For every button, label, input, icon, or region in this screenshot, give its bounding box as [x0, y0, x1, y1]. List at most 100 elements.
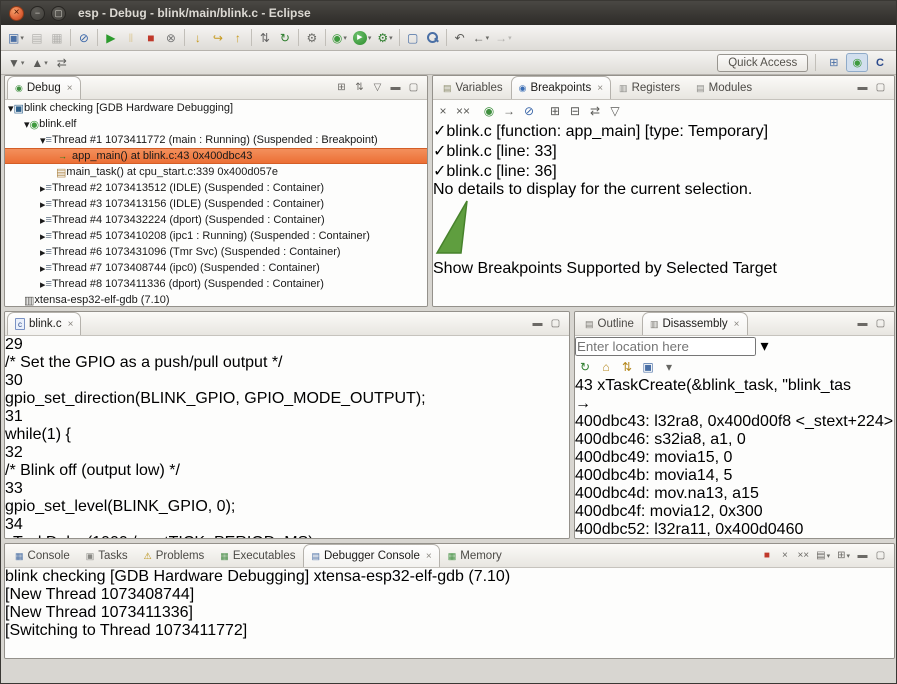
view-menu-button[interactable]: ▽ — [605, 100, 625, 121]
disassembly-line[interactable]: 43 xTaskCreate(&blink_task, "blink_tas — [575, 377, 894, 395]
disassembly-line[interactable]: 400dbc46: s32ia8, a1, 0 — [575, 431, 894, 449]
maximize-button[interactable]: ▢ — [547, 315, 564, 333]
debug-button[interactable]: ◉▾ — [329, 27, 350, 48]
new-c-cpp-project-button[interactable]: ▢ — [403, 27, 423, 48]
remove-all-terminated-button[interactable]: ×× — [794, 547, 812, 565]
build-button[interactable]: ⚙ — [302, 27, 322, 48]
minimize-button[interactable]: ▬ — [854, 79, 871, 97]
dropdown-arrow-icon[interactable]: ▾ — [846, 552, 850, 560]
disassembly-line[interactable]: 400dbc49: movia15, 0 — [575, 449, 894, 467]
restart-button[interactable]: ↻ — [275, 27, 295, 48]
save-button[interactable]: ▤ — [27, 27, 47, 48]
show-source-button[interactable]: ▣ — [638, 356, 658, 377]
editor-line[interactable]: 30 gpio_set_direction(BLINK_GPIO, GPIO_M… — [5, 372, 569, 408]
disassembly-line[interactable]: 400dbc4f: movia12, 0x300 — [575, 503, 894, 521]
maximize-button[interactable]: ▢ — [872, 315, 889, 333]
tab-outline[interactable]: ▤Outline — [577, 312, 642, 335]
expand-all-button[interactable]: ⊞ — [545, 100, 565, 121]
tab-memory[interactable]: ▦Memory — [440, 544, 510, 567]
breakpoint-checkbox[interactable]: ✓ — [433, 143, 446, 160]
disassembly-line[interactable]: 400dbc4d: mov.na13, a15 — [575, 485, 894, 503]
window-maximize-button[interactable]: ▢ — [51, 6, 66, 21]
run-button[interactable]: ▶▾ — [350, 27, 375, 48]
debug-tree-item[interactable]: ▾◉blink.elf — [5, 116, 427, 132]
debug-tree-item[interactable]: ▾≡Thread #1 1073411772 (main : Running) … — [5, 132, 427, 148]
maximize-button[interactable]: ▢ — [405, 79, 422, 97]
terminate-button[interactable]: ■ — [141, 27, 161, 48]
dropdown-arrow-icon[interactable]: ▾ — [389, 34, 393, 42]
remove-launch-button[interactable]: × — [776, 547, 793, 565]
minimize-button[interactable]: ▬ — [854, 315, 871, 333]
tab-variables[interactable]: ▤Variables — [435, 76, 511, 99]
go-to-file-for-breakpoint-button[interactable]: → — [499, 100, 519, 121]
quick-access-button[interactable]: Quick Access — [717, 54, 808, 72]
dropdown-arrow-icon[interactable]: ▾ — [486, 34, 490, 42]
dropdown-arrow-icon[interactable]: ▾ — [827, 552, 831, 560]
close-tab-icon[interactable]: × — [426, 551, 432, 562]
instruction-stepping-mode-button[interactable]: ⇅ — [351, 79, 368, 97]
next-annotation-button[interactable]: ▼▾ — [5, 52, 27, 73]
debug-tree-item[interactable]: ▸≡Thread #4 1073432224 (dport) (Suspende… — [5, 212, 427, 228]
breakpoint-row[interactable]: ✓blink.c [function: app_main] [type: Tem… — [433, 121, 894, 141]
debug-tree-item[interactable]: ▤main_task() at cpu_start.c:339 0x400d05… — [5, 164, 427, 180]
show-breakpoints-supported-by-target-button[interactable]: ◉ — [479, 100, 499, 121]
link-with-debug-view-button[interactable]: ⇄ — [585, 100, 605, 121]
view-menu-button[interactable]: ▽ — [369, 79, 386, 97]
terminate-button[interactable]: ■ — [758, 547, 775, 565]
editor-line[interactable]: 31 while(1) { — [5, 408, 569, 444]
close-tab-icon[interactable]: × — [734, 319, 740, 330]
breakpoint-checkbox[interactable]: ✓ — [433, 123, 446, 140]
tab-blink-c[interactable]: cblink.c× — [7, 312, 81, 335]
close-tab-icon[interactable]: × — [68, 319, 74, 330]
last-edit-location-button[interactable]: ↶ — [450, 27, 470, 48]
dropdown-arrow-icon[interactable]: ▾ — [44, 59, 48, 67]
window-close-button[interactable]: × — [9, 6, 24, 21]
tab-registers[interactable]: ▥Registers — [611, 76, 688, 99]
collapse-all-button[interactable]: ⊟ — [565, 100, 585, 121]
instruction-stepping-button[interactable]: ⇅ — [255, 27, 275, 48]
minimize-button[interactable]: ▬ — [854, 547, 871, 565]
editor-line[interactable]: 32 /* Blink off (output low) */ — [5, 444, 569, 480]
open-perspective-button[interactable]: ⊞ — [823, 53, 844, 72]
editor-area[interactable]: 29 /* Set the GPIO as a push/pull output… — [5, 336, 569, 538]
external-tools-button[interactable]: ⚙▾ — [374, 27, 395, 48]
open-console-button[interactable]: ⊞▾ — [834, 547, 853, 565]
code-line[interactable]: /* Blink off (output low) */ — [5, 462, 569, 480]
disconnect-button[interactable]: ⊗ — [161, 27, 181, 48]
breakpoint-row[interactable]: ✓blink.c [line: 36] — [433, 161, 894, 181]
combo-dropdown-icon[interactable]: ▾ — [760, 338, 768, 355]
dropdown-arrow-icon[interactable]: ▾ — [21, 59, 25, 67]
debug-tree-item[interactable]: ▸≡Thread #7 1073408744 (ipc0) (Suspended… — [5, 260, 427, 276]
display-selected-console-button[interactable]: ▤▾ — [813, 547, 833, 565]
track-expression-button[interactable]: ▾ — [659, 356, 679, 377]
debug-tree-item[interactable]: ▸≡Thread #6 1073431096 (Tmr Svc) (Suspen… — [5, 244, 427, 260]
code-line[interactable]: /* Set the GPIO as a push/pull output */ — [5, 354, 569, 372]
code-line[interactable]: gpio_set_direction(BLINK_GPIO, GPIO_MODE… — [5, 390, 569, 408]
disassembly-line[interactable]: 400dbc52: l32ra11, 0x400d0460 <_stext+10… — [575, 521, 894, 538]
close-tab-icon[interactable]: × — [67, 83, 73, 94]
link-with-editor-button[interactable]: ⇄ — [52, 52, 72, 73]
editor-line[interactable]: 34 vTaskDelay(1000 / portTICK_PERIOD_MS)… — [5, 516, 569, 538]
back-button[interactable]: ←▾ — [470, 27, 493, 48]
tab-breakpoints[interactable]: ◉Breakpoints× — [511, 76, 611, 99]
debug-tree-item[interactable]: ▾▣blink checking [GDB Hardware Debugging… — [5, 100, 427, 116]
tab-disassembly[interactable]: ▥Disassembly× — [642, 312, 748, 335]
tab-modules[interactable]: ▤Modules — [688, 76, 760, 99]
skip-all-breakpoints-button[interactable]: ⊘ — [519, 100, 539, 121]
tab-executables[interactable]: ▦Executables — [212, 544, 303, 567]
tab-problems[interactable]: ⚠Problems — [136, 544, 213, 567]
dropdown-arrow-icon[interactable]: ▾ — [508, 34, 512, 42]
skip-all-breakpoints-button[interactable]: ⊘ — [74, 27, 94, 48]
c-cpp-perspective-button[interactable]: C — [870, 54, 890, 72]
location-combo[interactable]: ▾ — [575, 336, 894, 356]
debug-tree-item[interactable]: ▸≡Thread #2 1073413512 (IDLE) (Suspended… — [5, 180, 427, 196]
remove-all-breakpoints-button[interactable]: ×× — [453, 100, 473, 121]
tab-tasks[interactable]: ▣Tasks — [78, 544, 136, 567]
previous-annotation-button[interactable]: ▲▾ — [28, 52, 50, 73]
code-line[interactable]: while(1) { — [5, 426, 569, 444]
step-over-button[interactable]: ↪ — [208, 27, 228, 48]
disassembly-line[interactable]: →400dbc43: l32ra8, 0x400d00f8 <_stext+22… — [575, 395, 894, 431]
maximize-button[interactable]: ▢ — [872, 547, 889, 565]
dropdown-arrow-icon[interactable]: ▾ — [368, 34, 372, 42]
step-into-button[interactable]: ↓ — [188, 27, 208, 48]
